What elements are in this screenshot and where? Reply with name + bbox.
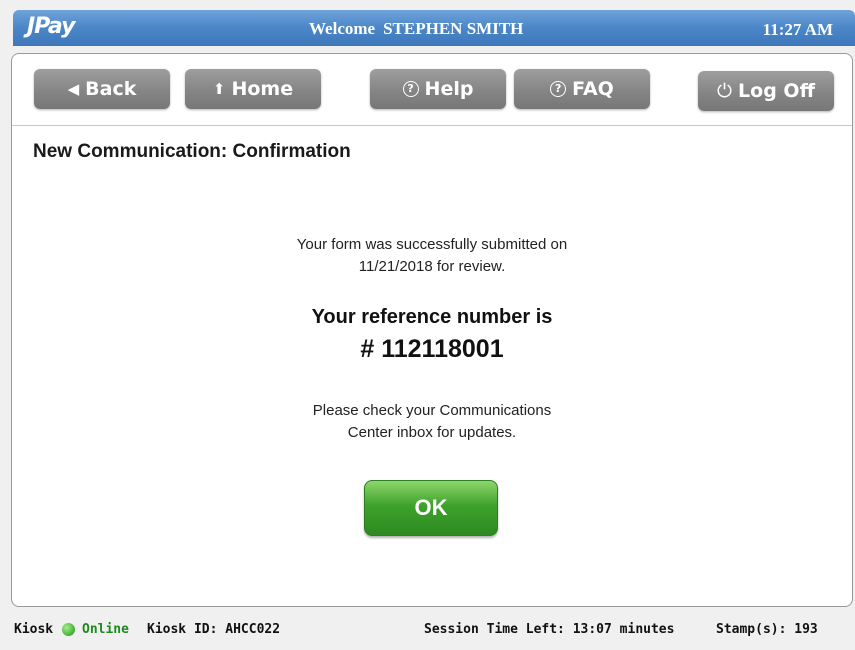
back-label: Back — [85, 78, 137, 100]
session-time-left: Session Time Left: 13:07 minutes — [424, 622, 675, 637]
power-icon: ⏻ — [717, 80, 733, 102]
nav-toolbar: ◀ Back ⬆ Home ? Help ? FAQ ⏻ Log Off — [12, 54, 852, 126]
back-arrow-icon: ◀ — [67, 80, 80, 98]
home-icon: ⬆ — [212, 80, 226, 98]
inbox-message: Please check your Communications Center … — [12, 400, 852, 444]
home-label: Home — [231, 78, 294, 100]
kiosk-id: Kiosk ID: AHCC022 — [147, 622, 281, 637]
ok-button[interactable]: OK — [364, 480, 498, 536]
kiosk-label: Kiosk — [14, 622, 54, 637]
faq-button[interactable]: ? FAQ — [514, 69, 650, 109]
question-circle-icon: ? — [402, 81, 419, 97]
home-button[interactable]: ⬆ Home — [185, 69, 321, 109]
reference-label: Your reference number is — [311, 306, 553, 328]
user-name: STEPHEN SMITH — [383, 19, 524, 38]
stamps-count: Stamp(s): 193 — [716, 622, 818, 637]
header-bar: JPay Welcome STEPHEN SMITH 11:27 AM — [13, 10, 855, 46]
help-label: Help — [424, 78, 474, 100]
clock: 11:27 AM — [762, 20, 833, 39]
back-button[interactable]: ◀ Back — [34, 69, 170, 109]
online-status: Online — [82, 622, 129, 637]
inbox-line-1: Please check your Communications — [312, 402, 552, 419]
jpay-logo: JPay — [27, 14, 75, 39]
log-off-label: Log Off — [738, 80, 815, 102]
online-status-icon — [62, 623, 75, 636]
log-off-button[interactable]: ⏻ Log Off — [698, 71, 834, 111]
page-title: New Communication: Confirmation — [33, 141, 351, 162]
submission-line-1: Your form was successfully submitted on — [296, 236, 568, 253]
submission-line-2: 11/21/2018 for review. — [358, 258, 506, 275]
welcome-text: Welcome STEPHEN SMITH — [309, 19, 523, 39]
status-footer: Kiosk Online Kiosk ID: AHCC022 Session T… — [0, 610, 855, 650]
submission-message: Your form was successfully submitted on … — [12, 234, 852, 278]
question-circle-icon: ? — [550, 81, 567, 97]
inbox-line-2: Center inbox for updates. — [347, 424, 517, 441]
help-button[interactable]: ? Help — [370, 69, 506, 109]
faq-label: FAQ — [572, 78, 614, 100]
reference-number: # 112118001 — [360, 335, 504, 363]
main-panel: ◀ Back ⬆ Home ? Help ? FAQ ⏻ Log Off New… — [11, 53, 853, 607]
welcome-label: Welcome — [309, 19, 376, 38]
